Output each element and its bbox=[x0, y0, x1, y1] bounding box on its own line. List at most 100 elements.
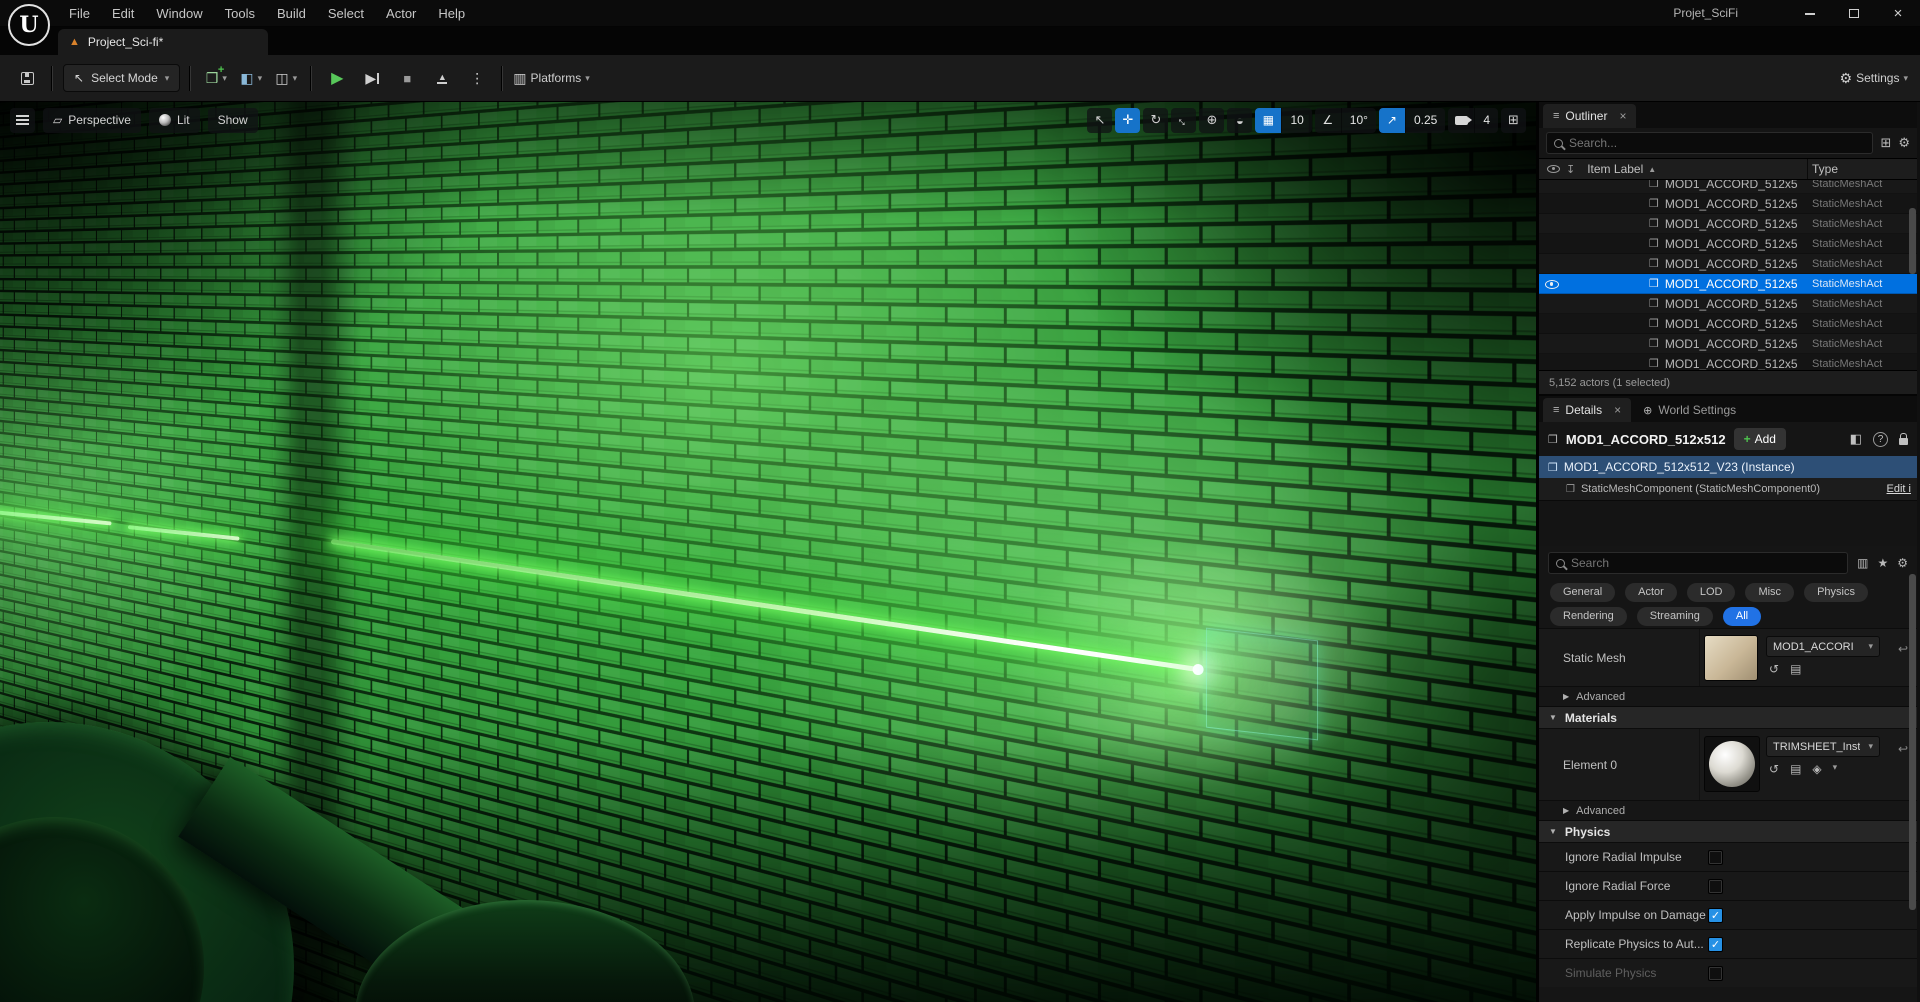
camera-speed-control[interactable]: 4 bbox=[1448, 107, 1498, 133]
project-tab[interactable]: ▲ Project_Sci-fi* bbox=[58, 29, 268, 55]
filter-general[interactable]: General bbox=[1550, 582, 1616, 602]
favorites-icon[interactable]: ★ bbox=[1877, 556, 1888, 570]
close-button[interactable]: × bbox=[1876, 0, 1920, 27]
details-search-box[interactable] bbox=[1548, 552, 1849, 574]
menu-build[interactable]: Build bbox=[266, 0, 317, 27]
table-row[interactable]: ❒ MOD1_ACCORD_512x5 StaticMeshAct bbox=[1539, 354, 1917, 371]
level-viewport[interactable]: ▱ Perspective Lit Show ↖ ✛ ↻ ↔ ⊕ ◒ ▦ 10 … bbox=[0, 102, 1536, 1002]
table-row[interactable]: ❒ MOD1_ACCORD_512x5 StaticMeshAct bbox=[1539, 314, 1917, 334]
advanced-expander[interactable]: ▶ Advanced bbox=[1539, 686, 1917, 706]
menu-help[interactable]: Help bbox=[427, 0, 476, 27]
advanced-expander[interactable]: ▶ Advanced bbox=[1539, 800, 1917, 820]
static-mesh-asset-dropdown[interactable]: MOD1_ACCORI ▾ bbox=[1766, 636, 1880, 657]
play-options-button[interactable]: ⋮ bbox=[462, 63, 492, 93]
create-folder-icon[interactable]: ⊞ bbox=[1880, 135, 1891, 151]
use-selected-asset-icon[interactable]: ↺ bbox=[1769, 762, 1779, 776]
type-column-header[interactable]: Type bbox=[1812, 162, 1838, 176]
close-icon[interactable]: × bbox=[1614, 403, 1621, 417]
checkbox[interactable] bbox=[1708, 966, 1723, 981]
table-row[interactable]: ❒ MOD1_ACCORD_512x5 StaticMeshAct bbox=[1539, 214, 1917, 234]
surface-snapping-button[interactable]: ◒ bbox=[1227, 107, 1253, 133]
component-row[interactable]: ❒ StaticMeshComponent (StaticMeshCompone… bbox=[1539, 478, 1917, 500]
checkbox[interactable] bbox=[1708, 879, 1723, 894]
menu-edit[interactable]: Edit bbox=[101, 0, 145, 27]
chevron-down-icon[interactable]: ▾ bbox=[1833, 762, 1838, 776]
reset-to-default-icon[interactable]: ↩ bbox=[1898, 642, 1908, 656]
cinematics-button[interactable]: ◫ ▾ bbox=[271, 63, 301, 93]
checkbox[interactable] bbox=[1708, 908, 1723, 923]
tab-details[interactable]: ≡ Details × bbox=[1543, 398, 1632, 422]
visibility-column-icon[interactable] bbox=[1547, 165, 1560, 173]
rotate-tool-button[interactable]: ↻ bbox=[1143, 107, 1169, 133]
perspective-dropdown[interactable]: ▱ Perspective bbox=[43, 107, 141, 133]
settings-dropdown[interactable]: ⚙ Settings ▾ bbox=[1840, 63, 1908, 93]
column-splitter[interactable] bbox=[1699, 629, 1700, 686]
save-button[interactable] bbox=[12, 63, 42, 93]
platforms-dropdown[interactable]: ▥ Platforms ▾ bbox=[513, 63, 589, 93]
instance-row-selected[interactable]: ❒ MOD1_ACCORD_512x512_V23 (Instance) bbox=[1539, 456, 1917, 478]
browse-to-asset-icon[interactable]: ▤ bbox=[1790, 662, 1801, 676]
table-row[interactable]: ❒ MOD1_ACCORD_512x5 StaticMeshAct bbox=[1539, 294, 1917, 314]
table-row[interactable]: ❒ MOD1_ACCORD_512x5 StaticMeshAct bbox=[1539, 234, 1917, 254]
tab-world-settings[interactable]: ⊕ World Settings bbox=[1633, 398, 1746, 422]
static-mesh-thumbnail[interactable] bbox=[1704, 635, 1758, 681]
table-row[interactable]: ❒ MOD1_ACCORD_512x5 StaticMeshAct bbox=[1539, 334, 1917, 354]
maximize-viewport-button[interactable]: ⊞ bbox=[1501, 107, 1526, 133]
details-scrollbar[interactable] bbox=[1909, 574, 1916, 910]
materials-section-header[interactable]: ▼ Materials bbox=[1539, 706, 1917, 728]
outliner-search-input[interactable] bbox=[1569, 136, 1866, 150]
reset-to-default-icon[interactable]: ↩ bbox=[1898, 742, 1908, 756]
display-options-icon[interactable]: ▥ bbox=[1857, 556, 1868, 570]
maximize-button[interactable] bbox=[1832, 0, 1876, 27]
checkbox[interactable] bbox=[1708, 937, 1723, 952]
pin-column-icon[interactable]: ↧ bbox=[1566, 163, 1575, 176]
move-tool-button[interactable]: ✛ bbox=[1115, 107, 1141, 133]
scale-snap-control[interactable]: ↗ 0.25 bbox=[1378, 107, 1446, 133]
convert-to-blueprint-icon[interactable]: ◧ bbox=[1850, 431, 1862, 447]
view-mode-dropdown[interactable]: Lit bbox=[148, 107, 200, 133]
menu-select[interactable]: Select bbox=[317, 0, 375, 27]
stop-button[interactable]: ■ bbox=[392, 63, 422, 93]
filter-all[interactable]: All bbox=[1722, 606, 1762, 626]
table-row[interactable]: ❒ MOD1_ACCORD_512x5 StaticMeshAct bbox=[1539, 180, 1917, 194]
details-settings-icon[interactable]: ⚙ bbox=[1897, 556, 1908, 570]
outliner-search-box[interactable] bbox=[1546, 132, 1874, 154]
grid-snap-control[interactable]: ▦ 10 bbox=[1255, 107, 1312, 133]
outliner-settings-icon[interactable]: ⚙ bbox=[1898, 135, 1910, 151]
outliner-scrollbar[interactable] bbox=[1909, 208, 1916, 274]
close-icon[interactable]: × bbox=[1619, 109, 1626, 123]
play-button[interactable]: ▶ bbox=[322, 63, 352, 93]
browse-to-asset-icon[interactable]: ▤ bbox=[1790, 762, 1801, 776]
material-thumbnail[interactable] bbox=[1704, 736, 1760, 792]
material-picker-icon[interactable]: ◈ bbox=[1812, 762, 1821, 776]
filter-streaming[interactable]: Streaming bbox=[1636, 606, 1713, 626]
world-coordinate-button[interactable]: ⊕ bbox=[1199, 107, 1225, 133]
checkbox[interactable] bbox=[1708, 850, 1723, 865]
menu-tools[interactable]: Tools bbox=[214, 0, 266, 27]
physics-section-header[interactable]: ▼ Physics bbox=[1539, 820, 1917, 842]
help-icon[interactable]: ? bbox=[1873, 431, 1888, 447]
add-component-button[interactable]: + Add bbox=[1733, 428, 1786, 450]
minimize-button[interactable] bbox=[1788, 0, 1832, 27]
menu-file[interactable]: File bbox=[58, 0, 101, 27]
lock-icon[interactable] bbox=[1899, 433, 1908, 445]
rotation-snap-control[interactable]: ∠ 10° bbox=[1314, 107, 1376, 133]
add-actor-button[interactable]: ❒ + ▾ bbox=[201, 63, 231, 93]
filter-rendering[interactable]: Rendering bbox=[1550, 606, 1627, 626]
use-selected-asset-icon[interactable]: ↺ bbox=[1769, 662, 1779, 676]
eye-icon[interactable] bbox=[1545, 280, 1559, 289]
menu-actor[interactable]: Actor bbox=[375, 0, 427, 27]
scale-tool-button[interactable]: ↔ bbox=[1171, 107, 1197, 133]
menu-window[interactable]: Window bbox=[145, 0, 213, 27]
edit-blueprint-link[interactable]: Edit i bbox=[1887, 483, 1911, 495]
tab-outliner[interactable]: ≡ Outliner × bbox=[1543, 104, 1637, 128]
frame-skip-button[interactable]: ▶ bbox=[357, 63, 387, 93]
item-label-column-header[interactable]: Item Label bbox=[1587, 162, 1643, 176]
material-asset-dropdown[interactable]: TRIMSHEET_Inst ▾ bbox=[1766, 736, 1880, 757]
select-mode-dropdown[interactable]: ↖ Select Mode ▾ bbox=[63, 64, 181, 92]
show-dropdown[interactable]: Show bbox=[207, 107, 258, 133]
table-row[interactable]: ❒ MOD1_ACCORD_512x5 StaticMeshAct bbox=[1539, 194, 1917, 214]
table-row[interactable]: ❒ MOD1_ACCORD_512x5 StaticMeshAct bbox=[1539, 254, 1917, 274]
filter-misc[interactable]: Misc bbox=[1745, 582, 1795, 602]
filter-physics[interactable]: Physics bbox=[1804, 582, 1868, 602]
